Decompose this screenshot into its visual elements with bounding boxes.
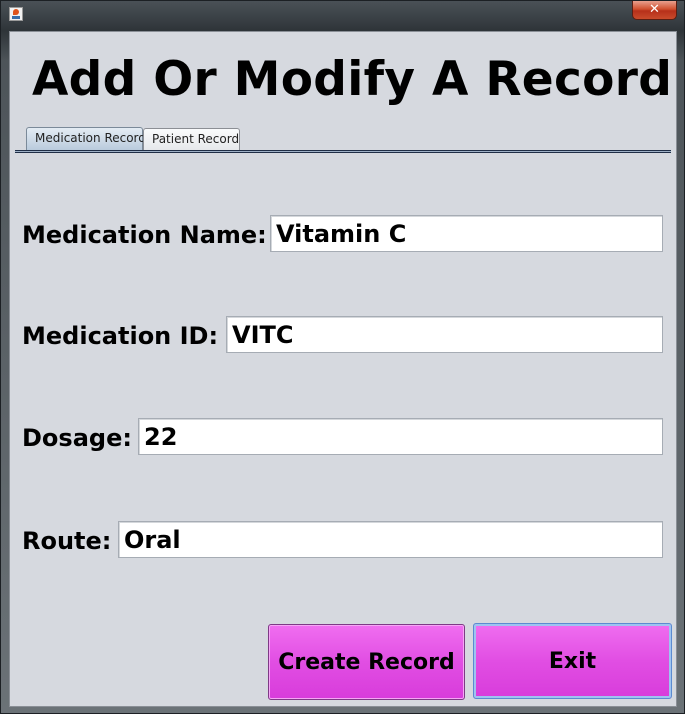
medication-id-input[interactable]	[226, 316, 663, 353]
medication-name-input[interactable]	[270, 215, 663, 252]
page-title: Add Or Modify A Record	[32, 52, 673, 107]
title-bar[interactable]: ✕	[1, 1, 684, 27]
medication-name-label: Medication Name:	[22, 221, 267, 249]
app-window: ✕ Add Or Modify A Record Medication Reco…	[0, 0, 685, 714]
main-panel: Add Or Modify A Record Medication Record…	[9, 31, 677, 707]
tab-content-border	[15, 150, 671, 153]
java-app-icon[interactable]	[9, 7, 23, 21]
dosage-input[interactable]	[138, 418, 663, 455]
create-record-button[interactable]: Create Record	[268, 624, 465, 700]
dosage-label: Dosage:	[22, 424, 132, 452]
exit-button[interactable]: Exit	[473, 623, 672, 699]
tab-patient-record[interactable]: Patient Record	[143, 128, 240, 150]
close-icon: ✕	[649, 2, 660, 17]
route-input[interactable]	[118, 521, 663, 558]
tab-medication-record[interactable]: Medication Record	[26, 127, 146, 151]
close-window-button[interactable]: ✕	[632, 1, 677, 20]
medication-id-label: Medication ID:	[22, 322, 219, 350]
route-label: Route:	[22, 527, 112, 555]
